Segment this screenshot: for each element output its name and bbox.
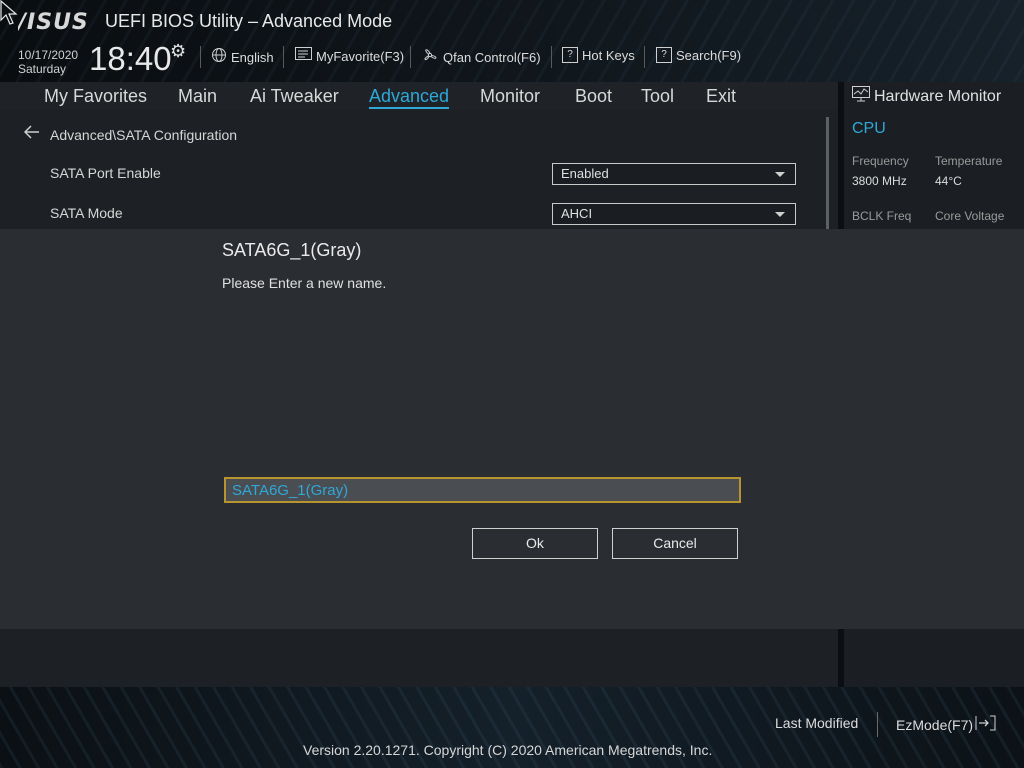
tab-ai-tweaker[interactable]: Ai Tweaker — [250, 86, 339, 107]
exit-arrow-icon — [975, 715, 997, 734]
ezmode-label: EzMode(F7) — [896, 716, 974, 733]
tab-my-favorites[interactable]: My Favorites — [44, 86, 147, 107]
cpu-section-title: CPU — [852, 120, 886, 137]
language-label: English — [231, 49, 274, 65]
rename-input[interactable] — [224, 477, 741, 503]
gear-icon[interactable]: ⚙ — [170, 41, 186, 62]
sata-mode-label: SATA Mode — [50, 205, 123, 221]
search-button[interactable]: ? Search(F9) — [656, 47, 741, 63]
back-arrow-icon[interactable] — [23, 124, 40, 144]
copyright-text: Version 2.20.1271. Copyright (C) 2020 Am… — [303, 742, 713, 758]
mouse-cursor-icon — [0, 0, 18, 25]
date-value: 10/17/2020 — [18, 48, 79, 62]
chevron-down-icon — [775, 212, 785, 217]
myfavorite-label: MyFavorite(F3) — [316, 48, 405, 64]
hot-keys-label: Hot Keys — [582, 47, 635, 63]
hardware-monitor-label: Hardware Monitor — [874, 87, 1002, 105]
tab-boot[interactable]: Boot — [575, 86, 612, 107]
language-button[interactable]: English — [211, 47, 274, 67]
toolbar-divider — [200, 46, 201, 68]
globe-icon — [211, 47, 227, 67]
tab-tool[interactable]: Tool — [641, 86, 674, 107]
tab-exit[interactable]: Exit — [706, 86, 736, 107]
dialog-message: Please Enter a new name. — [222, 275, 387, 291]
core-voltage-label: Core Voltage — [935, 209, 1005, 223]
rename-dialog — [0, 229, 1024, 629]
footer-divider — [877, 712, 878, 737]
ezmode-button[interactable]: EzMode(F7) — [896, 715, 997, 734]
monitor-icon — [852, 86, 870, 107]
hardware-monitor-title: Hardware Monitor — [852, 86, 1001, 107]
hot-keys-button[interactable]: ? Hot Keys — [562, 47, 635, 63]
day-value: Saturday — [18, 62, 67, 76]
tab-monitor[interactable]: Monitor — [480, 86, 540, 107]
toolbar-divider — [283, 46, 284, 68]
svg-text:/ISUS: /ISUS — [18, 10, 88, 34]
settings-panel-lower — [0, 629, 838, 687]
myfavorite-button[interactable]: MyFavorite(F3) — [295, 47, 404, 65]
frequency-value: 3800 MHz — [852, 174, 907, 188]
bclk-freq-label: BCLK Freq — [852, 209, 912, 223]
toolbar-divider — [644, 46, 645, 68]
sata-mode-value: AHCI — [561, 206, 593, 221]
temperature-value: 44°C — [935, 174, 962, 188]
hardware-monitor-panel-lower — [844, 629, 1024, 687]
tab-main[interactable]: Main — [178, 86, 217, 107]
last-modified-button[interactable]: Last Modified — [775, 715, 858, 731]
cancel-button[interactable]: Cancel — [612, 528, 738, 559]
qfan-label: Qfan Control(F6) — [443, 49, 541, 65]
qfan-control-button[interactable]: Qfan Control(F6) — [421, 47, 541, 67]
tab-advanced[interactable]: Advanced — [369, 86, 450, 109]
frequency-label: Frequency — [852, 154, 909, 168]
ok-button[interactable]: Ok — [472, 528, 598, 559]
toolbar-divider — [551, 46, 552, 68]
search-label: Search(F9) — [676, 47, 742, 63]
date-display: 10/17/2020 Saturday — [18, 48, 78, 76]
time-display: 18:40 — [89, 40, 172, 77]
search-help-icon: ? — [656, 47, 672, 63]
fan-icon — [421, 47, 439, 67]
toolbar-divider — [410, 46, 411, 68]
asus-logo: /ISUS — [15, 8, 88, 35]
chevron-down-icon — [775, 172, 785, 177]
page-title: UEFI BIOS Utility – Advanced Mode — [105, 11, 393, 31]
breadcrumb: Advanced\SATA Configuration — [50, 127, 238, 143]
help-icon: ? — [562, 47, 578, 63]
temperature-label: Temperature — [935, 154, 1003, 168]
sata-mode-select[interactable]: AHCI — [552, 203, 796, 225]
sata-port-enable-select[interactable]: Enabled — [552, 163, 796, 185]
dialog-title: SATA6G_1(Gray) — [222, 240, 362, 260]
scrollbar[interactable] — [826, 117, 829, 229]
favorite-list-icon — [295, 47, 312, 65]
sata-port-enable-value: Enabled — [561, 166, 609, 181]
sata-port-enable-label: SATA Port Enable — [50, 165, 161, 181]
